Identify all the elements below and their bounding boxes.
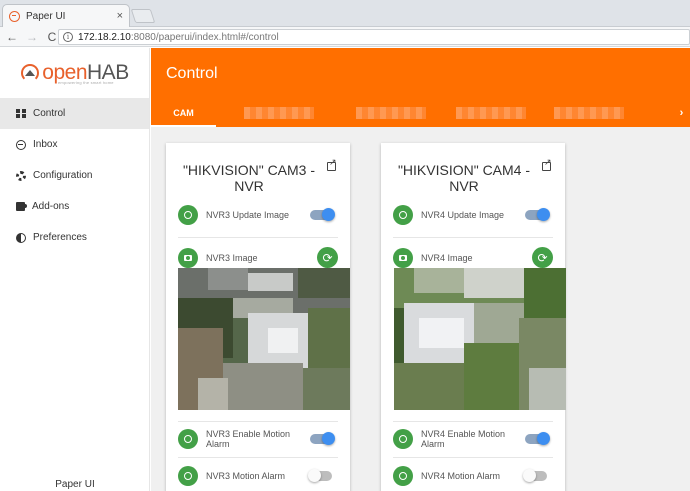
tab-redacted[interactable]: [239, 98, 319, 127]
redacted-tab-label: [244, 106, 314, 119]
tab-bar: CAM ›: [151, 98, 690, 127]
redacted-tab-label: [456, 106, 526, 119]
motion-alarm-toggle[interactable]: [523, 468, 547, 482]
tab-scroll-right-button[interactable]: ›: [673, 98, 690, 127]
camera-icon: [178, 247, 198, 268]
tab-label: CAM: [173, 107, 194, 118]
control-content: "HIKVISION" CAM3 - NVR NVR3 Update Image…: [151, 127, 690, 491]
openhab-favicon-icon: [9, 10, 20, 22]
image-row: NVR4 Image ⟳: [393, 237, 553, 271]
thing-card-cam3: "HIKVISION" CAM3 - NVR NVR3 Update Image…: [166, 143, 350, 491]
forward-button[interactable]: →: [24, 27, 40, 47]
sidebar-item-add-ons[interactable]: Add-ons: [0, 191, 149, 222]
browser-tab-strip: Paper UI ×: [0, 0, 690, 27]
open-in-new-icon[interactable]: [327, 157, 337, 171]
preferences-icon: [16, 232, 26, 243]
switch-icon: [393, 465, 413, 486]
update-image-toggle[interactable]: [310, 208, 335, 221]
item-label: NVR3 Image: [206, 252, 258, 263]
item-label: NVR3 Enable Motion Alarm: [206, 428, 291, 449]
tab-redacted[interactable]: [451, 98, 531, 127]
refresh-image-button[interactable]: ⟳: [532, 247, 553, 268]
item-label: NVR3 Update Image: [206, 210, 290, 220]
dashboard-icon: [16, 108, 26, 119]
gear-icon: [16, 170, 26, 181]
sidebar-item-control[interactable]: Control: [0, 98, 149, 129]
site-info-icon[interactable]: i: [63, 32, 73, 42]
sidebar-item-label: Control: [33, 108, 66, 119]
thing-card-cam4: "HIKVISION" CAM4 - NVR NVR4 Update Image…: [381, 143, 566, 491]
enable-motion-alarm-row: NVR3 Enable Motion Alarm: [178, 421, 338, 455]
switch-icon: [393, 205, 413, 225]
browser-tab[interactable]: Paper UI ×: [2, 4, 130, 27]
item-label: NVR3 Motion Alarm: [206, 470, 286, 481]
app-bar: Control CAM ›: [151, 48, 690, 127]
sidebar-item-label: Add-ons: [32, 201, 70, 212]
tab-redacted[interactable]: [549, 98, 629, 127]
open-in-new-icon[interactable]: [542, 157, 552, 171]
enable-motion-alarm-toggle[interactable]: [310, 431, 335, 445]
page-title: Control: [166, 65, 218, 82]
sidebar-footer: Paper UI: [55, 479, 95, 490]
tab-redacted[interactable]: [351, 98, 431, 127]
camera-icon: [393, 247, 413, 268]
puzzle-icon: [16, 202, 27, 211]
update-image-row: NVR3 Update Image: [178, 203, 338, 227]
redacted-tab-label: [554, 106, 624, 119]
sidebar-item-label: Configuration: [33, 170, 93, 181]
camera-snapshot-image: [178, 268, 350, 410]
url-host: 172.18.2.10: [78, 31, 131, 43]
back-button[interactable]: ←: [4, 27, 20, 47]
sidebar-item-label: Inbox: [33, 139, 58, 150]
motion-alarm-row: NVR4 Motion Alarm: [393, 457, 553, 491]
sidebar: openHAB empowering the smart home Contro…: [0, 48, 150, 491]
motion-alarm-row: NVR3 Motion Alarm: [178, 457, 338, 491]
item-label: NVR4 Image: [421, 252, 473, 263]
tab-cam[interactable]: CAM: [151, 98, 216, 127]
update-image-row: NVR4 Update Image: [393, 203, 553, 227]
enable-motion-alarm-toggle[interactable]: [525, 431, 550, 445]
item-label: NVR4 Update Image: [421, 210, 505, 220]
sidebar-item-configuration[interactable]: Configuration: [0, 160, 149, 191]
inbox-icon: [16, 139, 26, 150]
chevron-right-icon: ›: [679, 106, 684, 119]
item-label: NVR4 Enable Motion Alarm: [421, 428, 506, 449]
sidebar-item-preferences[interactable]: Preferences: [0, 222, 149, 253]
openhab-logo[interactable]: openHAB empowering the smart home: [0, 48, 149, 98]
camera-snapshot-image: [394, 268, 566, 410]
new-tab-button[interactable]: [130, 9, 156, 23]
address-bar[interactable]: i 172.18.2.10 :8080/paperui/index.html#/…: [58, 29, 690, 45]
refresh-image-button[interactable]: ⟳: [317, 247, 338, 268]
browser-tab-title: Paper UI: [26, 10, 66, 22]
url-path: :8080/paperui/index.html#/control: [130, 31, 279, 43]
switch-icon: [393, 428, 413, 449]
update-image-toggle[interactable]: [525, 208, 550, 221]
logo-tagline: empowering the smart home: [58, 80, 114, 85]
image-row: NVR3 Image ⟳: [178, 237, 338, 271]
card-title: "HIKVISION" CAM3 - NVR: [182, 162, 316, 194]
item-label: NVR4 Motion Alarm: [421, 470, 501, 481]
sidebar-item-label: Preferences: [33, 232, 87, 243]
switch-icon: [178, 428, 198, 449]
enable-motion-alarm-row: NVR4 Enable Motion Alarm: [393, 421, 553, 455]
switch-icon: [178, 205, 198, 225]
motion-alarm-toggle[interactable]: [308, 468, 332, 482]
browser-toolbar: ← → C i 172.18.2.10 :8080/paperui/index.…: [0, 27, 690, 47]
openhab-logo-icon: [20, 64, 40, 82]
card-title: "HIKVISION" CAM4 - NVR: [397, 162, 531, 194]
close-tab-icon[interactable]: ×: [117, 10, 123, 22]
switch-icon: [178, 465, 198, 486]
sidebar-item-inbox[interactable]: Inbox: [0, 129, 149, 160]
redacted-tab-label: [356, 106, 426, 119]
